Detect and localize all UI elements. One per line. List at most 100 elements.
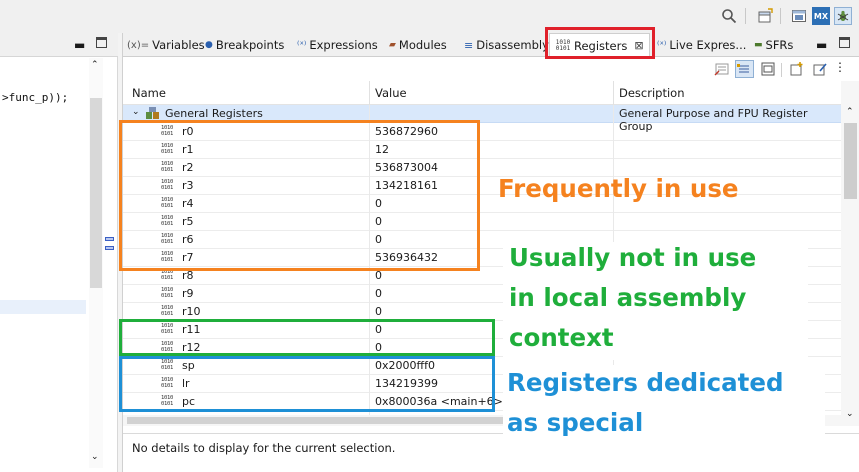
tab-breakpoints[interactable]: ● Breakpoints [205, 36, 284, 54]
register-name: r4 [182, 197, 194, 210]
register-icon: 1010 0101 [161, 143, 174, 155]
register-value[interactable]: 0 [375, 287, 382, 300]
tab-label: Expressions [309, 38, 378, 52]
maximize-icon[interactable] [96, 37, 107, 48]
annotation-special-1: Registers dedicated [507, 368, 784, 397]
register-value[interactable]: 0 [375, 269, 382, 282]
tab-label: Modules [398, 38, 447, 52]
tab-live-expressions[interactable]: ⁽ˣ⁾ Live Expres... [657, 36, 746, 54]
register-icon: 1010 0101 [161, 323, 174, 335]
register-value[interactable]: 12 [375, 143, 389, 156]
layout-icon[interactable] [714, 61, 730, 80]
register-value[interactable]: 536872960 [375, 125, 438, 138]
minimize-icon[interactable]: ▬ [816, 38, 827, 52]
editor-scroll-thumb[interactable] [90, 98, 102, 288]
scroll-up-icon[interactable]: ⌃ [91, 60, 99, 70]
debug-perspective-icon[interactable] [790, 7, 808, 25]
register-name: r8 [182, 269, 194, 282]
register-value[interactable]: 0 [375, 305, 382, 318]
debug-icon[interactable] [834, 7, 852, 25]
register-group-icon [145, 106, 161, 123]
editor-pane: ▬ >func_p)); ⌃ ⌄ [0, 33, 118, 472]
register-value[interactable]: 0 [375, 341, 382, 354]
register-value[interactable]: 0 [375, 233, 382, 246]
scroll-down-icon[interactable]: ⌄ [846, 409, 854, 419]
register-icon: 1010 0101 [161, 125, 174, 137]
column-name[interactable]: Name [132, 86, 166, 100]
register-name: r10 [182, 305, 201, 318]
table-vertical-scrollbar[interactable]: ⌃ ⌄ [841, 81, 859, 426]
editor-current-line [0, 300, 86, 314]
register-icon: 1010 0101 [161, 197, 174, 209]
tab-label: Variables [152, 38, 205, 52]
register-name: r6 [182, 233, 194, 246]
layout-toggle-button[interactable] [735, 60, 754, 78]
register-icon: 1010 0101 [161, 395, 174, 407]
tab-variables[interactable]: (x)= Variables [127, 36, 205, 54]
register-icon: 1010 0101 [161, 305, 174, 317]
minimize-icon[interactable]: ▬ [74, 38, 85, 52]
breakpoint-icon: ● [205, 40, 213, 50]
register-value[interactable]: 134218161 [375, 179, 438, 192]
view-tab-bar: (x)= Variables ● Breakpoints ⁽ˣ⁾ Express… [123, 33, 859, 57]
register-icon: 1010 0101 [161, 269, 174, 281]
tab-label: Breakpoints [215, 38, 285, 52]
annotation-unused-3: context [509, 323, 614, 352]
register-value[interactable]: 0 [375, 197, 382, 210]
scroll-up-icon[interactable]: ⌃ [846, 107, 854, 117]
overview-marker[interactable] [105, 246, 114, 250]
toolbar-separator [781, 63, 782, 77]
annotation-unused-1: Usually not in use [509, 243, 757, 272]
register-icon: 1010 0101 [161, 377, 174, 389]
tab-expressions[interactable]: ⁽ˣ⁾ Expressions [297, 36, 378, 54]
overview-marker[interactable] [105, 237, 114, 241]
value-column-line [369, 105, 370, 415]
column-value[interactable]: Value [375, 86, 407, 100]
register-value[interactable]: 0x2000fff0 [375, 359, 435, 372]
collapse-icon[interactable]: ⌄ [132, 107, 140, 117]
code-line[interactable]: >func_p)); [2, 91, 68, 104]
tab-disassembly[interactable]: ≡ Disassembly [464, 36, 549, 54]
column-separator[interactable] [369, 81, 370, 105]
table-scroll-thumb[interactable] [844, 123, 857, 199]
mx-icon[interactable]: MX [812, 7, 830, 25]
search-icon[interactable] [720, 7, 738, 25]
view-menu-icon[interactable]: ⋮ [834, 60, 846, 74]
register-row[interactable]: 1010 0101 r5 0 [123, 213, 841, 231]
details-text: No details to display for the current se… [132, 441, 396, 455]
tab-modules[interactable]: ▰ Modules [389, 36, 447, 54]
column-description[interactable]: Description [619, 86, 685, 100]
annotation-unused-2: in local assembly [509, 283, 747, 312]
register-row[interactable]: 1010 0101 r1 12 [123, 141, 841, 159]
new-group-icon[interactable] [789, 61, 805, 80]
table-hscroll-thumb[interactable] [127, 417, 507, 424]
view-toolbar: ⋮ [123, 57, 859, 81]
maximize-icon[interactable] [839, 37, 850, 48]
register-icon: 1010 0101 [161, 161, 174, 173]
tab-sfrs[interactable]: ▬ SFRs [754, 36, 793, 54]
scroll-down-icon[interactable]: ⌄ [91, 452, 99, 462]
tab-registers[interactable]: 1010 0101 Registers ⊠ [549, 33, 650, 57]
tab-label: SFRs [765, 38, 794, 52]
close-icon[interactable]: ⊠ [634, 39, 643, 52]
register-value[interactable]: 536873004 [375, 161, 438, 174]
register-icon: 1010 0101 [161, 359, 174, 371]
toolbar-separator [780, 8, 781, 24]
register-name: r7 [182, 251, 194, 264]
edit-group-icon[interactable] [812, 61, 828, 80]
register-value[interactable]: 0 [375, 215, 382, 228]
columns-icon[interactable] [760, 61, 776, 80]
register-value[interactable]: 0x800036a <main+6> [375, 395, 503, 408]
register-value[interactable]: 0 [375, 323, 382, 336]
tab-label: Registers [574, 38, 628, 53]
annotation-special-2: as special [507, 408, 644, 437]
editor-scrollbar[interactable]: ⌃ ⌄ [89, 58, 103, 468]
register-row[interactable]: 1010 0101 r0 536872960 [123, 123, 841, 141]
register-value[interactable]: 134219399 [375, 377, 438, 390]
register-value[interactable]: 536936432 [375, 251, 438, 264]
column-separator[interactable] [613, 81, 614, 105]
group-row-general-registers[interactable]: ⌄ General Registers General Purpose and … [123, 105, 841, 133]
registers-icon: 1010 0101 [555, 38, 571, 52]
register-name: r0 [182, 125, 194, 138]
perspective-icon[interactable] [756, 7, 774, 25]
